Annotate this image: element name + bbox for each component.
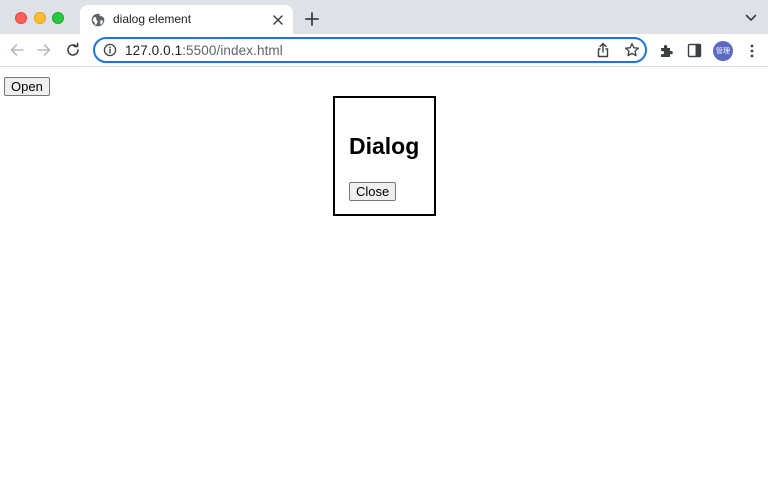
browser-titlebar: dialog element	[0, 0, 768, 35]
side-panel-icon[interactable]	[687, 43, 702, 58]
chevron-down-icon[interactable]	[745, 13, 757, 23]
extensions-puzzle-icon[interactable]	[658, 43, 674, 59]
share-icon[interactable]	[596, 42, 610, 58]
browser-tab-active[interactable]: dialog element	[80, 5, 293, 35]
minimize-window-button[interactable]	[34, 12, 46, 24]
globe-icon	[91, 13, 105, 27]
address-url[interactable]: 127.0.0.1:5500/index.html	[125, 43, 283, 58]
open-button[interactable]: Open	[4, 77, 50, 96]
page-viewport: Open Dialog Close	[0, 67, 768, 497]
close-window-button[interactable]	[15, 12, 27, 24]
url-path: :5500/index.html	[182, 43, 283, 58]
new-tab-plus-icon[interactable]	[304, 11, 320, 27]
more-menu-icon[interactable]	[748, 43, 756, 59]
maximize-window-button[interactable]	[52, 12, 64, 24]
forward-arrow-icon[interactable]	[36, 42, 52, 58]
browser-toolbar: 127.0.0.1:5500/index.html 管理	[0, 34, 768, 67]
tab-title: dialog element	[113, 12, 192, 26]
info-icon[interactable]	[103, 43, 117, 57]
reload-icon[interactable]	[65, 42, 81, 58]
dialog-heading: Dialog	[349, 133, 420, 159]
close-button[interactable]: Close	[349, 182, 397, 201]
url-host: 127.0.0.1	[125, 43, 183, 58]
tab-close-icon[interactable]	[271, 13, 285, 27]
back-arrow-icon[interactable]	[9, 42, 25, 58]
bookmark-star-icon[interactable]	[624, 42, 640, 58]
profile-avatar[interactable]: 管理	[713, 41, 733, 61]
dialog-box: Dialog Close	[333, 96, 436, 216]
address-bar[interactable]: 127.0.0.1:5500/index.html	[93, 37, 647, 63]
